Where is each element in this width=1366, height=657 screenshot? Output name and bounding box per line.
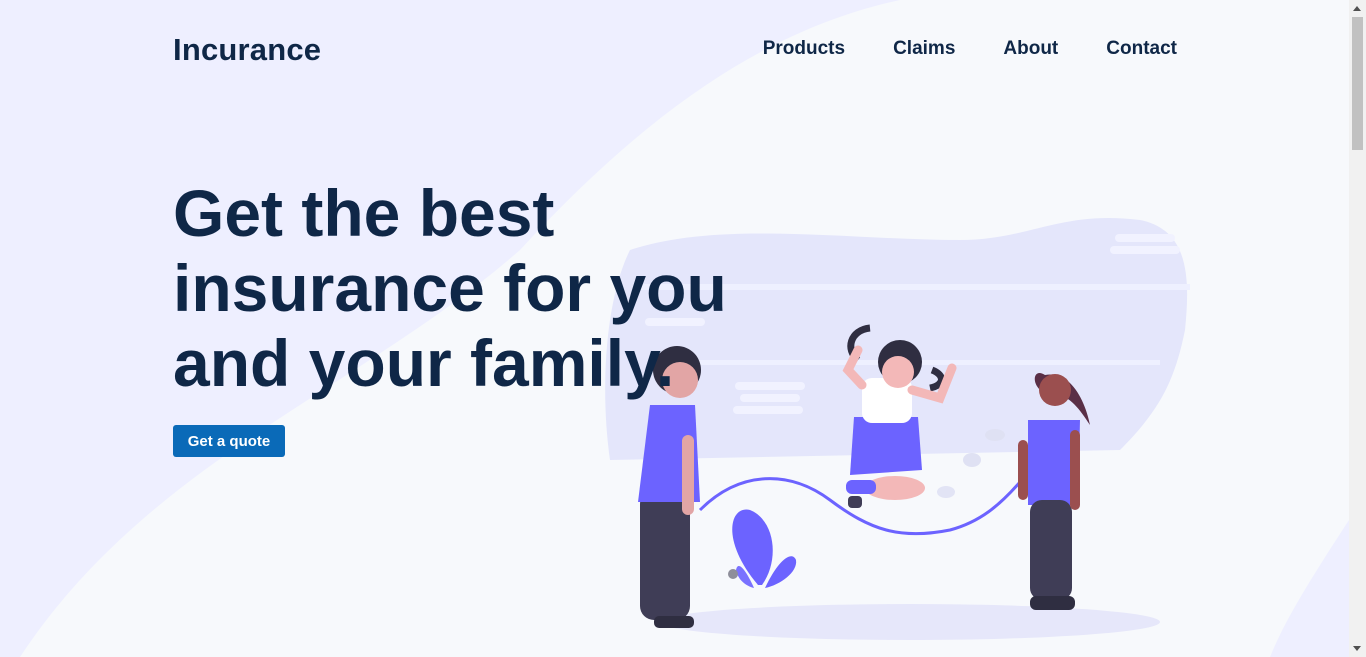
nav-link-contact[interactable]: Contact — [1106, 38, 1177, 60]
hero-title-line-3: and your family. — [173, 326, 675, 400]
leaf — [963, 453, 981, 467]
ground-shadow — [660, 604, 1160, 640]
scrollbar-thumb[interactable] — [1352, 17, 1363, 150]
vertical-scrollbar[interactable] — [1349, 0, 1366, 657]
leaf — [985, 429, 1005, 441]
leaf — [937, 486, 955, 498]
hero-title: Get the best insurance for you and your … — [173, 176, 773, 401]
nav-links: Products Claims About Contact — [715, 38, 1177, 60]
cloud-puff — [733, 406, 803, 414]
cloud-puff — [1115, 234, 1175, 242]
nav-link-claims[interactable]: Claims — [893, 38, 955, 60]
cloud-puff — [1110, 246, 1180, 254]
get-a-quote-button[interactable]: Get a quote — [173, 425, 285, 457]
hero-title-line-2: insurance for you — [173, 251, 727, 325]
scroll-up-arrow-icon[interactable] — [1353, 6, 1361, 11]
brand-logo[interactable]: Incurance — [173, 32, 321, 68]
hero-title-line-1: Get the best — [173, 176, 555, 250]
scroll-down-arrow-icon[interactable] — [1353, 646, 1361, 651]
nav-link-about[interactable]: About — [1003, 38, 1058, 60]
nav-link-products[interactable]: Products — [763, 38, 845, 60]
pebble — [728, 569, 738, 579]
navbar: Incurance Products Claims About Contact — [173, 28, 1177, 72]
